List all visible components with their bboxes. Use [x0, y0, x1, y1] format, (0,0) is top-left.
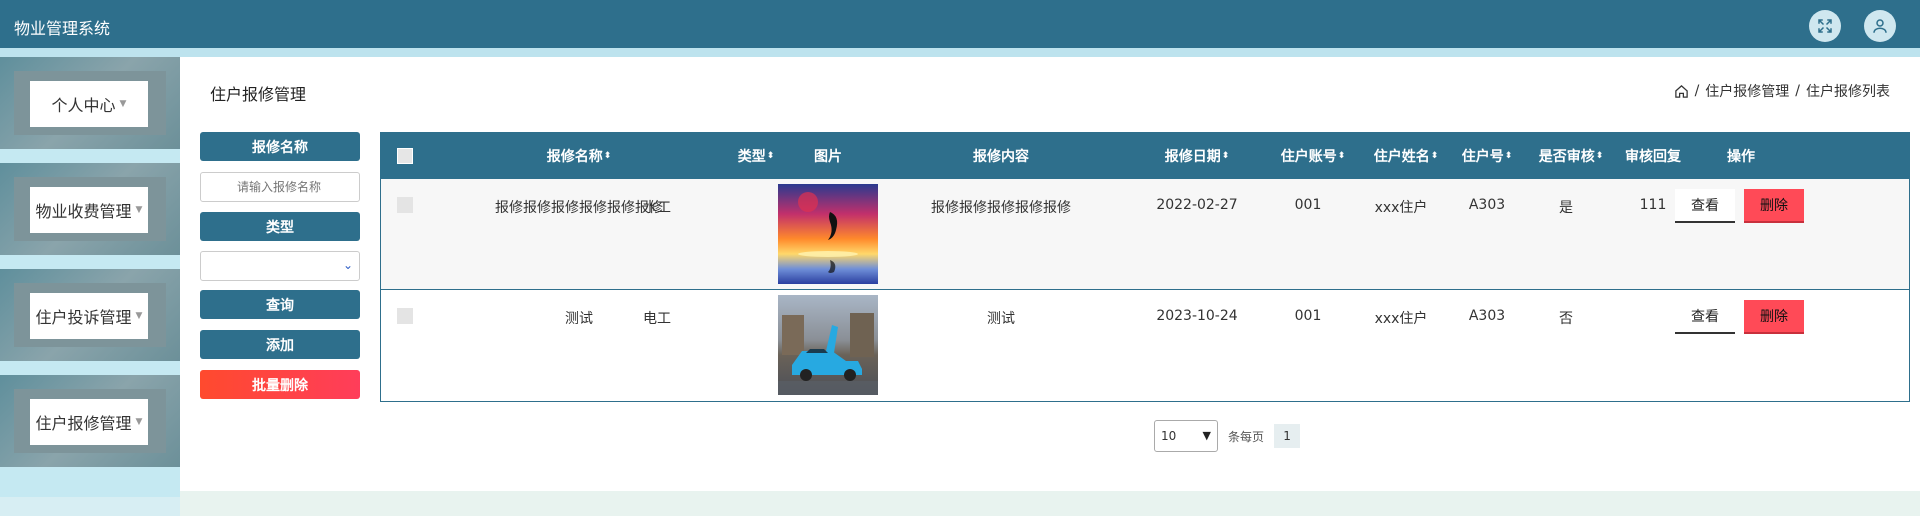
sidebar-item-label: 个人中心 [51, 96, 116, 115]
sort-icon: ⬍ [1504, 151, 1513, 161]
user-icon [1873, 19, 1887, 33]
column-header-name[interactable]: 报修名称 ⬍ [464, 133, 694, 179]
fullscreen-icon [1818, 19, 1832, 33]
table-header: 报修名称 ⬍ 类型 ⬍ 图片 报修内容 报修日期 ⬍ 住户账号 ⬍ 住户姓名 ⬍ 住户号 ⬍… [381, 133, 1909, 179]
sidebar-item-repair-management[interactable]: 住户报修管理 ▼ [0, 375, 180, 467]
sort-icon: ⬍ [1221, 151, 1230, 161]
cell-date: 2022-02-27 [1156, 197, 1238, 213]
table-row: 测试 电工 测试 2023-10-24 001 xxx住户 A303 否 查看 … [381, 290, 1909, 401]
sidebar-item-label: 住户投诉管理 [35, 308, 132, 327]
cell-reviewed: 是 [1559, 200, 1573, 216]
query-button[interactable]: 查询 [200, 290, 360, 319]
cell-unit: A303 [1468, 197, 1506, 213]
delete-button[interactable]: 删除 [1744, 300, 1804, 334]
row-checkbox[interactable] [397, 197, 413, 213]
repair-table: 报修名称 ⬍ 类型 ⬍ 图片 报修内容 报修日期 ⬍ 住户账号 ⬍ 住户姓名 ⬍ 住户号 ⬍… [380, 132, 1910, 402]
breadcrumb-item: 住户报修列表 [1806, 84, 1890, 100]
sort-icon: ⬍ [603, 151, 612, 161]
breadcrumb-item[interactable]: 住户报修管理 [1705, 81, 1789, 101]
caret-down-icon: ▼ [135, 417, 143, 427]
user-button[interactable] [1864, 10, 1896, 42]
pagination: 10 ▼ 条每页 1 [1154, 420, 1301, 452]
cell-account: 001 [1294, 308, 1322, 324]
main-content: 住户报修管理 / 住户报修管理 / 住户报修列表 报修名称 类型 ⌄ 查询 添加… [180, 57, 1920, 491]
page-title: 住户报修管理 [210, 85, 307, 104]
cell-resident-name: xxx住户 [1374, 200, 1428, 216]
per-page-label: 条每页 [1228, 429, 1265, 444]
cell-unit: A303 [1468, 308, 1506, 324]
column-header-date[interactable]: 报修日期 ⬍ [1127, 133, 1267, 179]
sort-icon: ⬍ [766, 151, 775, 161]
batch-delete-button[interactable]: 批量删除 [200, 370, 360, 399]
top-bar: 物业管理系统 [0, 0, 1920, 48]
sidebar-item-label: 物业收费管理 [35, 202, 132, 221]
sort-icon: ⬍ [1430, 151, 1439, 161]
cell-type: 水工 [643, 200, 671, 216]
repair-name-input[interactable] [200, 172, 360, 202]
filter-panel: 报修名称 类型 ⌄ 查询 添加 批量删除 [200, 132, 360, 399]
row-checkbox[interactable] [397, 308, 413, 324]
type-label: 类型 [200, 212, 360, 241]
home-icon[interactable] [1674, 84, 1689, 99]
caret-down-icon: ▼ [135, 205, 143, 215]
page-number-button[interactable]: 1 [1274, 424, 1301, 448]
view-button[interactable]: 查看 [1675, 189, 1735, 223]
sidebar: 个人中心 ▼ 物业收费管理 ▼ 住户投诉管理 ▼ 住户报修管理 ▼ [0, 57, 180, 516]
sort-icon: ⬍ [1337, 151, 1346, 161]
type-select[interactable]: ⌄ [200, 251, 360, 281]
table-row: 报修报修报修报修报修报修 水工 报修报修报修报修报修 2022-02-27 00… [381, 179, 1909, 290]
column-header-actions: 操作 [1727, 149, 1755, 165]
select-all-checkbox[interactable] [397, 148, 413, 164]
sidebar-item-fee-management[interactable]: 物业收费管理 ▼ [0, 163, 180, 255]
caret-down-icon: ▼ [135, 311, 143, 321]
page-size-select[interactable]: 10 ▼ [1154, 420, 1218, 452]
cell-resident-name: xxx住户 [1374, 311, 1428, 327]
column-header-account[interactable]: 住户账号 ⬍ [1263, 133, 1363, 179]
column-header-unit[interactable]: 住户号 ⬍ [1447, 133, 1527, 179]
repair-name-label: 报修名称 [200, 132, 360, 161]
chevron-down-icon: ▼ [1202, 429, 1211, 442]
add-button[interactable]: 添加 [200, 330, 360, 359]
cell-date: 2023-10-24 [1156, 308, 1238, 324]
cell-reviewed: 否 [1559, 311, 1573, 327]
header-stripe [0, 48, 1920, 57]
sidebar-item-complaint-management[interactable]: 住户投诉管理 ▼ [0, 269, 180, 361]
caret-down-icon: ▼ [119, 99, 127, 109]
page-size-value: 10 [1161, 429, 1177, 443]
view-button[interactable]: 查看 [1675, 300, 1735, 334]
app-title: 物业管理系统 [14, 19, 111, 38]
fullscreen-button[interactable] [1809, 10, 1841, 42]
sidebar-item-personal-center[interactable]: 个人中心 ▼ [0, 57, 180, 149]
cell-account: 001 [1294, 197, 1322, 213]
sidebar-item-label: 住户报修管理 [35, 414, 132, 433]
chevron-down-icon: ⌄ [342, 258, 353, 272]
breadcrumb: / 住户报修管理 / 住户报修列表 [1674, 81, 1890, 101]
cell-type: 电工 [643, 311, 671, 327]
delete-button[interactable]: 删除 [1744, 189, 1804, 223]
column-header-resident-name[interactable]: 住户姓名 ⬍ [1356, 133, 1456, 179]
